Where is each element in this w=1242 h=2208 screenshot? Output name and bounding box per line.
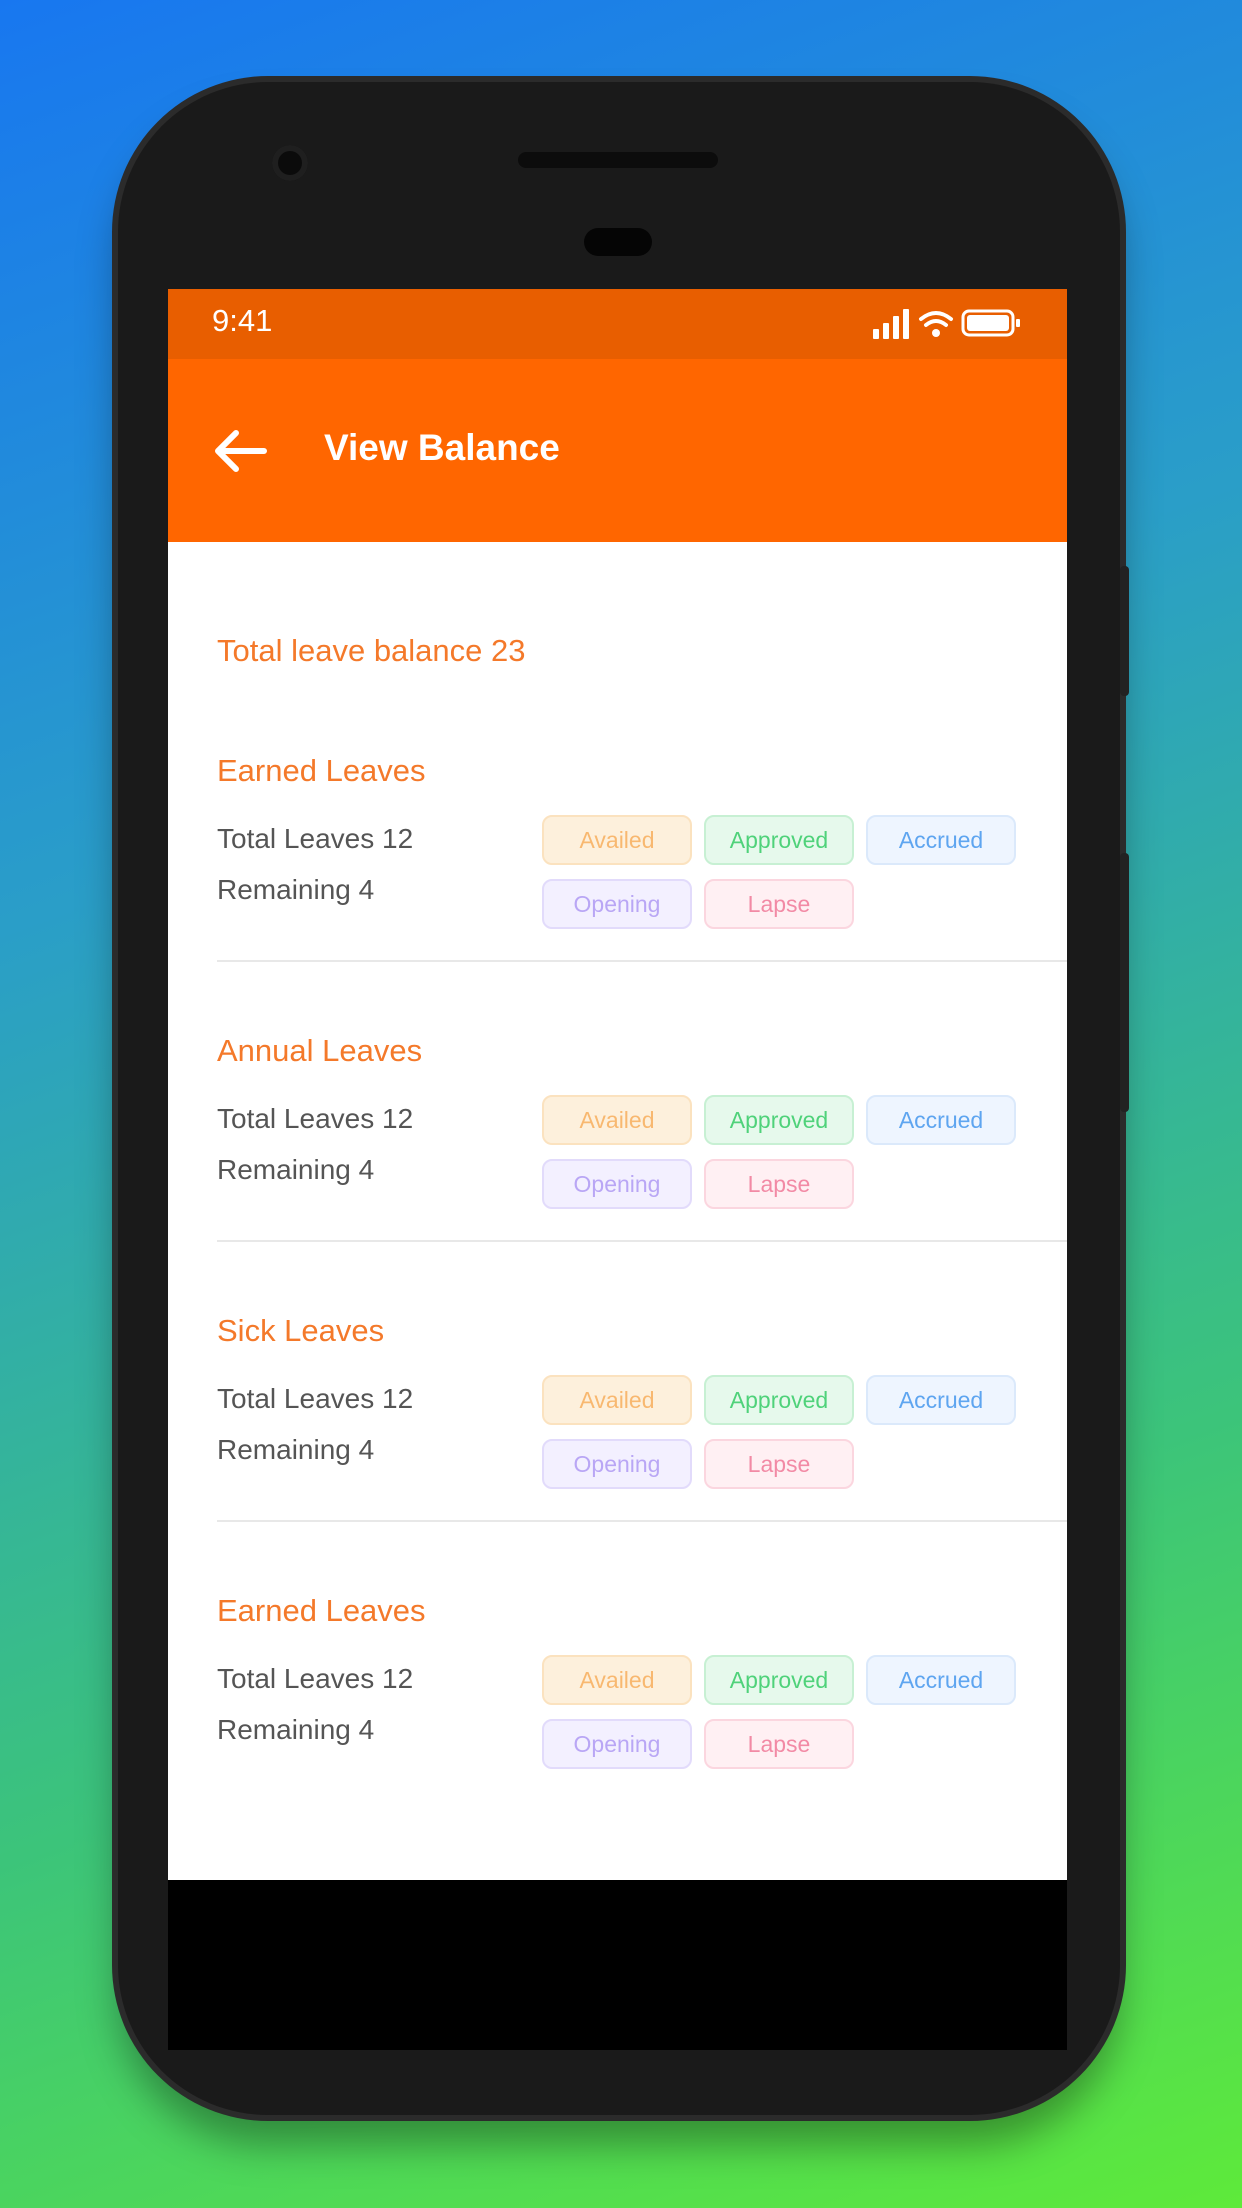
total-leaves: Total Leaves 12 [217,1383,414,1414]
remaining-leaves: Remaining 4 [217,1154,375,1185]
chip-opening[interactable]: Opening [542,1439,692,1489]
total-leaves: Total Leaves 12 [217,1663,414,1694]
chip-approved[interactable]: Approved [704,1375,854,1425]
remaining-leaves: Remaining 4 [217,1434,375,1465]
chip-opening[interactable]: Opening [542,879,692,929]
screen-bottom-bezel [168,1880,1067,2050]
chip-lapse[interactable]: Lapse [704,879,854,929]
chip-approved[interactable]: Approved [704,1095,854,1145]
total-leaves: Total Leaves 12 [217,1103,414,1134]
divider [217,1240,1067,1242]
chip-lapse[interactable]: Lapse [704,1159,854,1209]
volume-button [1120,566,1129,696]
status-icons [873,309,1020,339]
chip-opening[interactable]: Opening [542,1719,692,1769]
page-title: View Balance [324,427,560,468]
sensor [584,228,652,256]
divider [217,960,1067,962]
chip-accrued[interactable]: Accrued [866,1375,1016,1425]
front-camera [272,145,308,181]
chip-accrued[interactable]: Accrued [866,1655,1016,1705]
chip-approved[interactable]: Approved [704,1655,854,1705]
chip-availed[interactable]: Availed [542,1375,692,1425]
leave-section: Earned Leaves Total Leaves 12 Remaining … [217,753,1067,1033]
status-bar: 9:41 [168,289,1067,359]
leave-type-title: Annual Leaves [217,1033,423,1068]
chip-lapse[interactable]: Lapse [704,1439,854,1489]
leave-type-title: Earned Leaves [217,753,426,788]
total-leave-balance: Total leave balance 23 [217,633,526,668]
chip-accrued[interactable]: Accrued [866,1095,1016,1145]
remaining-leaves: Remaining 4 [217,874,375,905]
app-bar: View Balance [168,359,1067,542]
chip-lapse[interactable]: Lapse [704,1719,854,1769]
leave-section: Annual Leaves Total Leaves 12 Remaining … [217,1033,1067,1313]
chip-availed[interactable]: Availed [542,815,692,865]
power-button [1120,853,1129,1112]
signal-icon [873,309,909,339]
chip-availed[interactable]: Availed [542,1095,692,1145]
chip-availed[interactable]: Availed [542,1655,692,1705]
status-time: 9:41 [212,303,273,338]
back-arrow-icon[interactable] [212,429,268,473]
chip-approved[interactable]: Approved [704,815,854,865]
leave-type-title: Earned Leaves [217,1593,426,1628]
app-screen: 9:41 View Balance Total leave balance 23… [168,289,1067,1880]
leave-type-title: Sick Leaves [217,1313,385,1348]
speaker-grille [518,152,718,168]
chip-opening[interactable]: Opening [542,1159,692,1209]
divider [217,1520,1067,1522]
chip-accrued[interactable]: Accrued [866,815,1016,865]
leave-section: Earned Leaves Total Leaves 12 Remaining … [217,1593,1067,1873]
total-leaves: Total Leaves 12 [217,823,414,854]
leave-section: Sick Leaves Total Leaves 12 Remaining 4 A… [217,1313,1067,1593]
wifi-icon [919,311,953,327]
remaining-leaves: Remaining 4 [217,1714,375,1745]
battery-icon [961,309,1020,337]
